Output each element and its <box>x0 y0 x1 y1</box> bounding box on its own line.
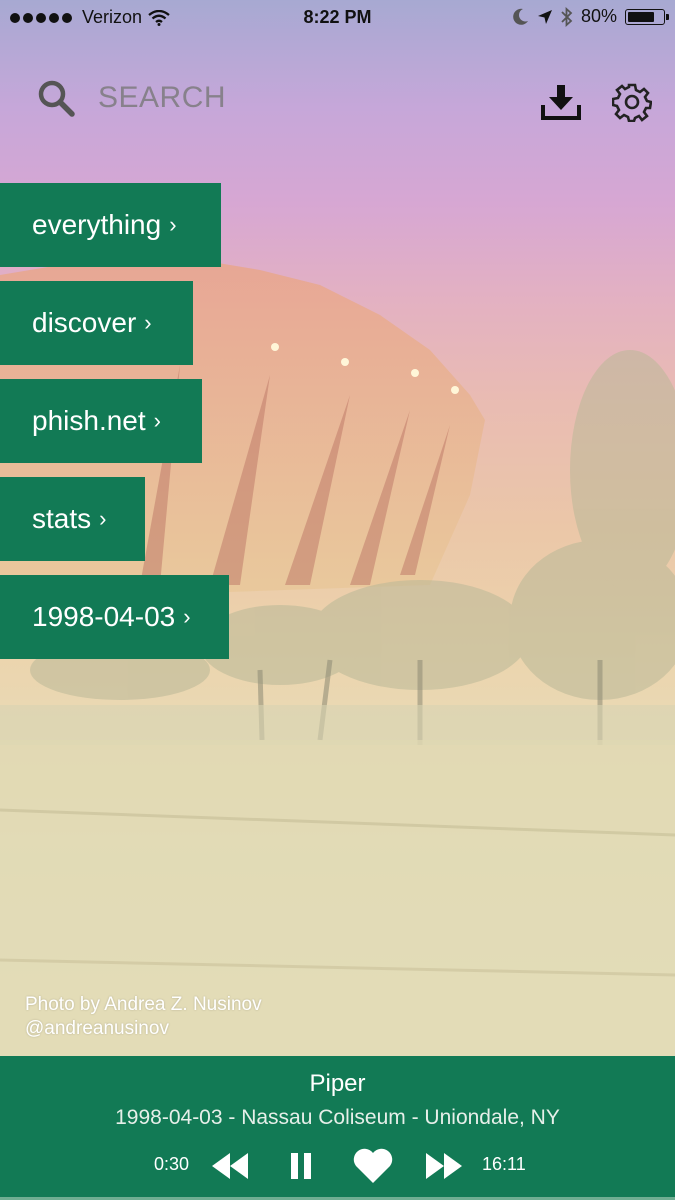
rewind-icon <box>212 1153 248 1179</box>
photo-credit-handle: @andreanusinov <box>25 1018 169 1039</box>
chevron-right-icon: › <box>99 506 107 531</box>
nav-stats-button[interactable]: stats › <box>0 477 145 561</box>
now-playing-bar[interactable]: Piper 1998-04-03 - Nassau Coliseum - Uni… <box>0 1056 675 1200</box>
gear-icon <box>612 83 652 122</box>
search-input[interactable] <box>98 81 398 115</box>
nav-discover-label: discover <box>32 307 137 338</box>
rewind-button[interactable] <box>208 1146 252 1186</box>
chevron-right-icon: › <box>144 310 152 335</box>
chevron-right-icon: › <box>153 408 161 433</box>
moon-icon <box>513 8 528 25</box>
chevron-right-icon: › <box>169 212 177 237</box>
download-icon <box>541 85 581 120</box>
nav-date-label: 1998-04-03 <box>32 601 176 632</box>
status-right-group: 80% <box>513 6 669 27</box>
nav-everything-button[interactable]: everything › <box>0 183 221 267</box>
total-time: 16:11 <box>482 1154 526 1174</box>
location-arrow-icon <box>537 9 552 24</box>
nav-phishnet-button[interactable]: phish.net › <box>0 379 202 463</box>
bluetooth-icon <box>561 6 573 27</box>
elapsed-time: 0:30 <box>154 1154 190 1174</box>
battery-percent: 80% <box>580 6 617 26</box>
search-bar[interactable] <box>36 78 398 118</box>
nav-date-button[interactable]: 1998-04-03 › <box>0 575 229 659</box>
status-bar: Verizon 8:22 PM 80% <box>0 0 675 38</box>
battery-fill <box>628 11 654 22</box>
search-icon[interactable] <box>36 78 76 118</box>
nav-everything-label: everything <box>32 209 162 240</box>
track-show-info: 1998-04-03 - Nassau Coliseum - Uniondale… <box>115 1106 560 1129</box>
nav-phishnet-label: phish.net <box>32 405 146 436</box>
nav-stats-label: stats <box>32 503 92 534</box>
download-button[interactable] <box>539 80 583 124</box>
battery-icon <box>625 8 669 25</box>
pause-button[interactable] <box>283 1146 319 1186</box>
nav-discover-button[interactable]: discover › <box>0 281 193 365</box>
photo-credit: Photo by Andrea Z. Nusinov @andreanusino… <box>25 993 262 1041</box>
photo-credit-name: Photo by Andrea Z. Nusinov <box>25 994 262 1015</box>
fast-forward-icon <box>426 1153 462 1179</box>
chevron-right-icon: › <box>183 604 191 629</box>
fast-forward-button[interactable] <box>422 1146 466 1186</box>
favorite-button[interactable] <box>351 1146 395 1186</box>
track-title: Piper <box>309 1070 366 1097</box>
settings-button[interactable] <box>610 80 654 124</box>
heart-icon <box>353 1148 393 1183</box>
pause-icon <box>291 1153 311 1179</box>
